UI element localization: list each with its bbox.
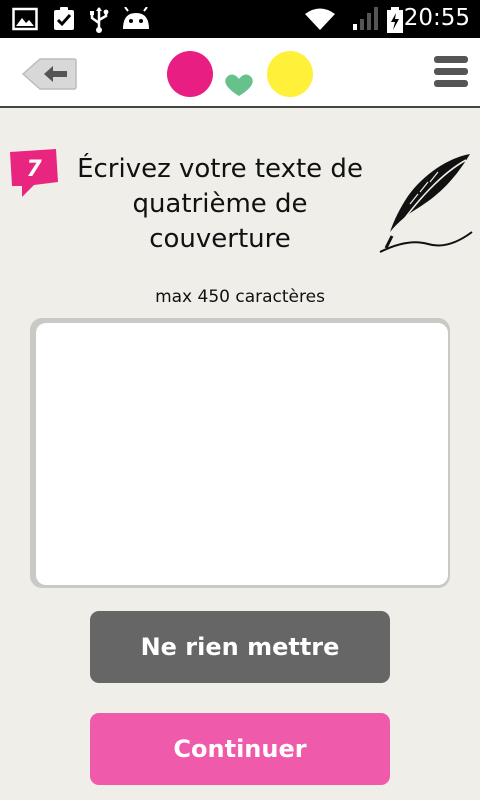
- menu-button[interactable]: [434, 56, 468, 90]
- continue-button[interactable]: Continuer: [90, 713, 390, 785]
- status-bar: 20:55: [0, 0, 480, 38]
- skip-button[interactable]: Ne rien mettre: [90, 611, 390, 683]
- signal-icon: [353, 7, 378, 30]
- hamburger-menu-icon: [434, 56, 468, 87]
- clock: 20:55: [403, 5, 470, 31]
- usb-icon: [90, 7, 109, 33]
- app-bar: [0, 38, 480, 108]
- back-cover-text-container: [30, 318, 450, 588]
- page-title: Écrivez votre texte de quatrième de couv…: [77, 154, 363, 254]
- wifi-icon: [305, 8, 335, 30]
- battery-charging-icon: [387, 7, 403, 33]
- clipboard-check-icon: [54, 7, 74, 30]
- back-arrow-icon: [21, 58, 77, 90]
- back-cover-text-input[interactable]: [36, 323, 448, 585]
- character-limit-hint: max 450 caractères: [155, 287, 325, 307]
- step-badge: 7: [10, 149, 58, 197]
- android-icon: [123, 7, 149, 29]
- back-button[interactable]: [20, 56, 78, 92]
- image-icon: [12, 7, 38, 31]
- step-number: 7: [26, 157, 42, 182]
- app-logo: [166, 50, 316, 100]
- quill-icon: [379, 154, 473, 253]
